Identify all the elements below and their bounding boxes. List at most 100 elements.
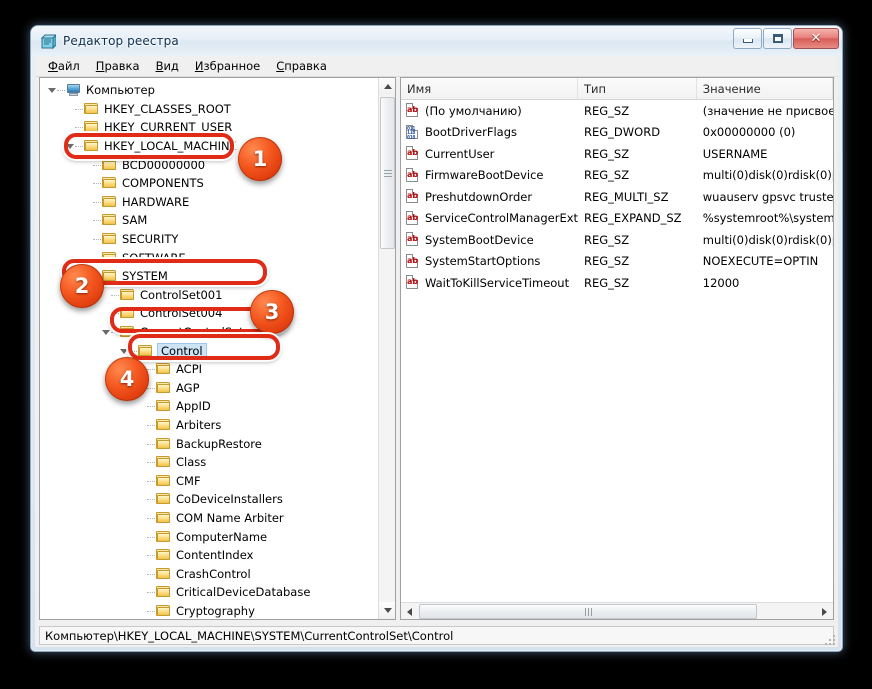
tree-item-cmf[interactable]: CMF <box>40 471 378 490</box>
table-row[interactable]: ab FirmwareBootDevice REG_SZ multi(0)disk(0… <box>401 165 833 187</box>
title-bar[interactable]: Редактор реестра ✕ <box>31 26 842 56</box>
expander-expand-icon[interactable] <box>64 100 75 118</box>
table-row[interactable]: ab (По умолчанию) REG_SZ (значение не присв… <box>401 100 833 122</box>
maximize-button[interactable] <box>763 28 792 49</box>
chevron-right-icon <box>84 159 90 170</box>
tree-item-controlset004[interactable]: ControlSet004 <box>40 304 378 323</box>
list-horizontal-scrollbar[interactable] <box>401 602 833 619</box>
table-row[interactable]: ab SystemStartOptions REG_SZ NOEXECUTE=OPT… <box>401 251 833 273</box>
tree-item-class[interactable]: Class <box>40 453 378 472</box>
close-button[interactable]: ✕ <box>793 28 839 49</box>
table-row[interactable]: ab SystemBootDevice REG_SZ multi(0)disk(0)r… <box>401 229 833 251</box>
tree-item-acpi[interactable]: ACPI <box>40 360 378 379</box>
resize-grip-icon[interactable] <box>822 632 835 645</box>
tree-item-crashcontrol[interactable]: CrashControl <box>40 564 378 583</box>
tree-item-cryptography[interactable]: Cryptography <box>40 602 378 619</box>
tree-item-criticaldevicedatabase[interactable]: CriticalDeviceDatabase <box>40 583 378 602</box>
folder-icon <box>156 548 172 562</box>
menu-item-избранное[interactable]: Избранное <box>187 57 268 76</box>
tree-scrollbar-thumb[interactable] <box>380 97 395 249</box>
tree-connector <box>147 565 156 583</box>
list-scrollbar-thumb[interactable] <box>419 604 757 619</box>
expander-expand-icon[interactable] <box>136 453 147 471</box>
expander-expand-icon[interactable] <box>82 174 93 192</box>
folder-icon <box>120 306 136 320</box>
tree-item-codeviceinstallers[interactable]: CoDeviceInstallers <box>40 490 378 509</box>
tree-item-com-name-arbiter[interactable]: COM Name Arbiter <box>40 509 378 528</box>
tree-item-hkey-current-user[interactable]: HKEY_CURRENT_USER <box>40 118 378 137</box>
tree-item--[interactable]: Компьютер <box>40 81 378 100</box>
tree-item-label: AppID <box>176 399 211 414</box>
expander-expand-icon[interactable] <box>136 528 147 546</box>
tree-item-hkey-classes-root[interactable]: HKEY_CLASSES_ROOT <box>40 100 378 119</box>
expander-expand-icon[interactable] <box>64 118 75 136</box>
menu-item-файл[interactable]: Файл <box>40 57 88 76</box>
tree-item-sam[interactable]: SAM <box>40 211 378 230</box>
tree-vertical-scrollbar[interactable] <box>378 78 395 619</box>
table-row[interactable]: 011 110 010 BootDriverFlags REG_DWORD 0x00000… <box>401 122 833 144</box>
tree-item-system[interactable]: SYSTEM <box>40 267 378 286</box>
tree-item-software[interactable]: SOFTWARE <box>40 248 378 267</box>
expander-collapse-icon[interactable] <box>118 342 129 360</box>
tree-item-control[interactable]: Control <box>40 341 378 360</box>
tree-scroll-up-button[interactable] <box>379 78 395 95</box>
column-header-value[interactable]: Значение <box>697 78 833 99</box>
tree-item-hardware[interactable]: HARDWARE <box>40 193 378 212</box>
expander-collapse-icon[interactable] <box>46 81 57 99</box>
tree-item-backuprestore[interactable]: BackupRestore <box>40 434 378 453</box>
expander-expand-icon[interactable] <box>82 193 93 211</box>
expander-expand-icon[interactable] <box>82 211 93 229</box>
tree-scroll-down-button[interactable] <box>379 602 395 619</box>
expander-expand-icon[interactable] <box>100 286 111 304</box>
registry-values-list[interactable]: ab (По умолчанию) REG_SZ (значение не присв… <box>401 100 833 601</box>
expander-expand-icon[interactable] <box>136 472 147 490</box>
expander-expand-icon[interactable] <box>136 546 147 564</box>
table-row[interactable]: ab ServiceControlManagerExte... REG_EXPAND… <box>401 208 833 230</box>
expander-expand-icon[interactable] <box>136 435 147 453</box>
tree-connector <box>147 360 156 378</box>
expander-expand-icon[interactable] <box>100 304 111 322</box>
tree-item-controlset001[interactable]: ControlSet001 <box>40 286 378 305</box>
expander-expand-icon[interactable] <box>82 156 93 174</box>
table-row[interactable]: ab CurrentUser REG_SZ USERNAME <box>401 143 833 165</box>
table-row[interactable]: ab WaitToKillServiceTimeout REG_SZ 12000 <box>401 272 833 294</box>
column-header-name[interactable]: Имя <box>401 78 579 99</box>
chevron-right-icon <box>138 531 144 542</box>
expander-collapse-icon[interactable] <box>64 137 75 155</box>
tree-item-bcd00000000[interactable]: BCD00000000 <box>40 155 378 174</box>
tree-item-components[interactable]: COMPONENTS <box>40 174 378 193</box>
registry-values-pane[interactable]: Имя Тип Значение ab (По умолчанию) REG_SZ (зн… <box>400 77 834 620</box>
tree-item-security[interactable]: SECURITY <box>40 230 378 249</box>
chevron-down-icon <box>119 348 128 354</box>
expander-expand-icon[interactable] <box>136 602 147 619</box>
tree-connector <box>129 342 138 360</box>
tree-item-agp[interactable]: AGP <box>40 379 378 398</box>
tree-item-contentindex[interactable]: ContentIndex <box>40 546 378 565</box>
tree-item-computername[interactable]: ComputerName <box>40 527 378 546</box>
column-header-type[interactable]: Тип <box>578 78 697 99</box>
menu-item-справка[interactable]: Справка <box>268 57 335 76</box>
expander-expand-icon[interactable] <box>136 416 147 434</box>
tree-item-hkey-local-machine[interactable]: HKEY_LOCAL_MACHINE <box>40 137 378 156</box>
tree-item-label: ComputerName <box>176 529 268 544</box>
list-scroll-right-button[interactable] <box>816 603 833 619</box>
menu-item-правка[interactable]: Правка <box>88 57 148 76</box>
expander-expand-icon[interactable] <box>136 397 147 415</box>
tree-item-arbiters[interactable]: Arbiters <box>40 416 378 435</box>
expander-collapse-icon[interactable] <box>100 323 111 341</box>
expander-expand-icon[interactable] <box>82 249 93 267</box>
tree-connector <box>147 453 156 471</box>
registry-tree[interactable]: Компьютер HKEY_CLASSES_ROOT HKEY_CURRENT_U… <box>40 78 378 619</box>
tree-item-appid[interactable]: AppID <box>40 397 378 416</box>
list-scroll-left-button[interactable] <box>401 603 418 619</box>
expander-expand-icon[interactable] <box>136 583 147 601</box>
tree-item-currentcontrolset[interactable]: CurrentControlSet <box>40 323 378 342</box>
minimize-button[interactable] <box>733 28 762 49</box>
list-header[interactable]: Имя Тип Значение <box>401 78 833 100</box>
tree-connector <box>147 379 156 397</box>
menu-item-вид[interactable]: Вид <box>148 57 187 76</box>
tree-connector <box>75 118 84 136</box>
table-row[interactable]: ab PreshutdownOrder REG_MULTI_SZ wuauserv g… <box>401 186 833 208</box>
registry-tree-pane[interactable]: Компьютер HKEY_CLASSES_ROOT HKEY_CURRENT_U… <box>39 77 396 620</box>
folder-icon <box>120 325 136 339</box>
